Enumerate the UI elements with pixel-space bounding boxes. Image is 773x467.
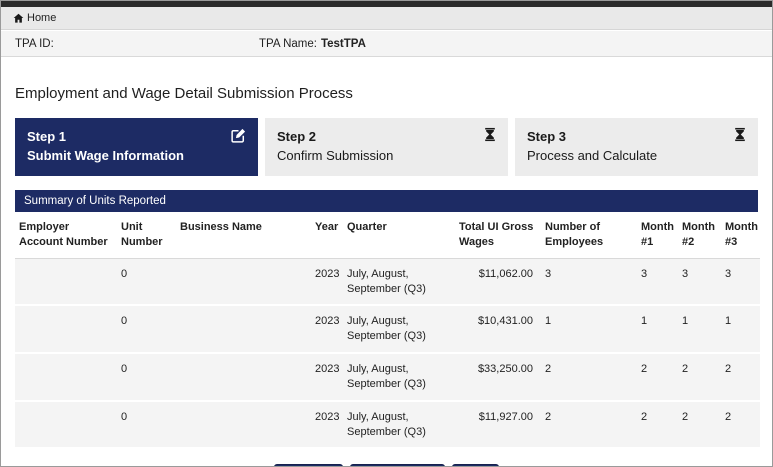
table-cell: July, August, September (Q3) (345, 305, 457, 353)
tpa-info-bar: TPA ID: TPA Name: TestTPA (1, 30, 772, 57)
table-cell: 2023 (313, 353, 345, 401)
table-cell: 2023 (313, 305, 345, 353)
step-2-confirm-submission[interactable]: Step 2 Confirm Submission (265, 118, 508, 176)
table-cell: 3 (543, 258, 639, 305)
table-row: 0 2023July, August, September (Q3)$11,062… (15, 258, 760, 305)
hourglass-icon (483, 127, 497, 142)
table-row: 0 2023July, August, September (Q3)$10,431… (15, 305, 760, 353)
column-header: Business Name (178, 212, 313, 258)
table-cell: 2 (680, 401, 723, 449)
table-cell: 2 (543, 401, 639, 449)
page-title: Employment and Wage Detail Submission Pr… (15, 85, 758, 102)
table-cell (15, 401, 119, 449)
app-window: Home TPA ID: TPA Name: TestTPA Employmen… (0, 0, 773, 467)
column-header: Year (313, 212, 345, 258)
home-link[interactable]: Home (13, 12, 56, 24)
tpa-name-label: TPA Name: (259, 38, 317, 50)
step-title: Step 2 (277, 128, 496, 147)
table-cell (178, 401, 313, 449)
table-cell: 2 (680, 353, 723, 401)
table-cell (178, 305, 313, 353)
step-subtitle: Submit Wage Information (27, 147, 246, 166)
column-header: Unit Number (119, 212, 178, 258)
hourglass-icon (733, 127, 747, 142)
table-cell: $11,927.00 (457, 401, 543, 449)
table-cell: 0 (119, 258, 178, 305)
table-cell: $11,062.00 (457, 258, 543, 305)
column-header: Quarter (345, 212, 457, 258)
table-row: 0 2023July, August, September (Q3)$11,927… (15, 401, 760, 449)
table-cell (178, 258, 313, 305)
step-subtitle: Process and Calculate (527, 147, 746, 166)
table-header-row: Employer Account NumberUnit NumberBusine… (15, 212, 760, 258)
table-cell: $33,250.00 (457, 353, 543, 401)
table-cell: 2 (639, 353, 680, 401)
table-cell: 0 (119, 305, 178, 353)
table-row: 0 2023July, August, September (Q3)$33,250… (15, 353, 760, 401)
table-cell: 1 (723, 305, 760, 353)
table-cell: $10,431.00 (457, 305, 543, 353)
column-header: Number of Employees (543, 212, 639, 258)
table-cell: July, August, September (Q3) (345, 401, 457, 449)
table-body: 02023July, August, September (Q3)$11,062… (15, 258, 760, 448)
table-cell: 2023 (313, 401, 345, 449)
table-cell (15, 305, 119, 353)
home-link-label: Home (27, 12, 56, 24)
table-cell: July, August, September (Q3) (345, 353, 457, 401)
table-cell: 2 (723, 353, 760, 401)
table-cell (15, 353, 119, 401)
step-1-submit-wage-information[interactable]: Step 1 Submit Wage Information (15, 118, 258, 176)
main-content: Employment and Wage Detail Submission Pr… (1, 85, 772, 467)
column-header: Employer Account Number (15, 212, 119, 258)
step-wizard: Step 1 Submit Wage Information Step 2 Co… (15, 118, 758, 176)
table-cell: 2 (723, 401, 760, 449)
table-cell: 0 (119, 353, 178, 401)
home-icon (13, 13, 24, 24)
step-3-process-and-calculate[interactable]: Step 3 Process and Calculate (515, 118, 758, 176)
column-header: Month #3 (723, 212, 760, 258)
table-cell: 1 (680, 305, 723, 353)
table-cell (15, 258, 119, 305)
table-cell: 2 (639, 401, 680, 449)
table-cell (178, 353, 313, 401)
table-cell: 3 (639, 258, 680, 305)
column-header: Total UI Gross Wages (457, 212, 543, 258)
table-cell: 2023 (313, 258, 345, 305)
column-header: Month #2 (680, 212, 723, 258)
table-cell: 2 (543, 353, 639, 401)
summary-section-header: Summary of Units Reported (15, 190, 758, 212)
table-cell: 1 (543, 305, 639, 353)
step-title: Step 3 (527, 128, 746, 147)
table-cell: 3 (723, 258, 760, 305)
table-cell: July, August, September (Q3) (345, 258, 457, 305)
step-subtitle: Confirm Submission (277, 147, 496, 166)
table-cell: 1 (639, 305, 680, 353)
units-reported-table: Employer Account NumberUnit NumberBusine… (15, 212, 760, 449)
tpa-name-value: TestTPA (321, 38, 366, 50)
top-navigation-bar: Home (1, 7, 772, 30)
column-header: Month #1 (639, 212, 680, 258)
step-title: Step 1 (27, 128, 246, 147)
table-cell: 3 (680, 258, 723, 305)
tpa-id-label: TPA ID: (1, 38, 259, 50)
table-cell: 0 (119, 401, 178, 449)
edit-icon (230, 127, 247, 144)
